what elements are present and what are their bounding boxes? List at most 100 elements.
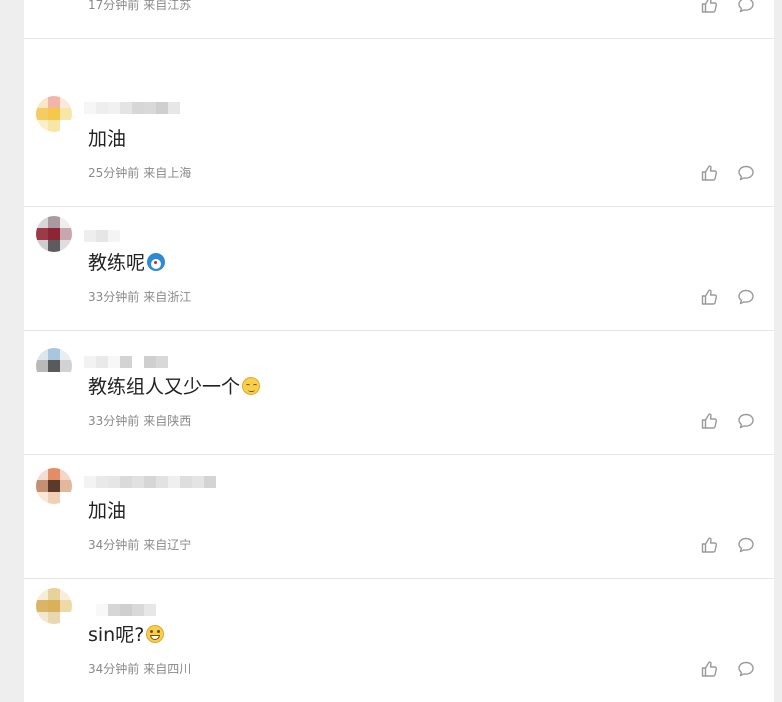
comment-meta: 25分钟前 来自上海 xyxy=(88,164,191,181)
avatar-pixel xyxy=(60,612,72,624)
username-pixel xyxy=(108,102,120,114)
avatar-pixel xyxy=(48,108,60,120)
divider xyxy=(24,38,774,39)
username-pixel xyxy=(132,230,144,242)
username-pixel xyxy=(132,476,144,488)
reply-button[interactable] xyxy=(737,660,755,678)
like-button[interactable] xyxy=(700,288,718,306)
comment-text: 教练呢 xyxy=(88,248,166,275)
avatar-pixel xyxy=(36,480,48,492)
thumbs-up-icon xyxy=(700,0,718,14)
avatar-pixel xyxy=(60,600,72,612)
avatar-pixel xyxy=(36,588,48,600)
comment-item: 加油 34分钟前 来自辽宁 xyxy=(24,456,774,579)
username-pixel xyxy=(96,230,108,242)
comment-text: 加油 xyxy=(88,496,126,523)
comment-bubble-icon xyxy=(737,412,755,430)
username[interactable] xyxy=(84,352,168,372)
username[interactable] xyxy=(84,226,144,246)
username-pixel xyxy=(144,476,156,488)
avatar-pixel xyxy=(48,216,60,228)
like-button[interactable] xyxy=(700,412,718,430)
comment-time: 34分钟前 xyxy=(88,662,140,676)
divider xyxy=(24,454,774,455)
reply-button[interactable] xyxy=(737,0,755,14)
username-pixel xyxy=(108,230,120,242)
thumbs-up-icon xyxy=(700,288,718,306)
avatar-pixel xyxy=(36,468,48,480)
comment-text-content: 加油 xyxy=(88,128,127,150)
avatar[interactable] xyxy=(36,348,72,384)
avatar-pixel xyxy=(60,348,72,360)
avatar-pixel xyxy=(60,372,72,384)
comment-text: 教练组人又少一个 xyxy=(88,372,261,399)
username[interactable] xyxy=(84,472,216,492)
comment-meta: 33分钟前 来自浙江 xyxy=(88,288,191,305)
comment-bubble-icon xyxy=(737,164,755,182)
username-pixel xyxy=(96,356,108,368)
comment-location: 来自辽宁 xyxy=(143,538,192,552)
reply-button[interactable] xyxy=(737,164,755,182)
username-pixel xyxy=(144,356,156,368)
comment-text: 加油 xyxy=(88,124,126,151)
comment-time: 34分钟前 xyxy=(88,538,140,552)
avatar[interactable] xyxy=(36,216,72,252)
divider xyxy=(24,578,774,579)
avatar-pixel xyxy=(36,228,48,240)
avatar[interactable] xyxy=(36,588,72,624)
avatar[interactable] xyxy=(36,468,72,504)
comment-time: 25分钟前 xyxy=(88,166,140,180)
like-button[interactable] xyxy=(700,660,718,678)
like-button[interactable] xyxy=(700,536,718,554)
avatar-pixel xyxy=(48,348,60,360)
comment-text-content: 教练组人又少一个 xyxy=(88,376,241,398)
avatar-pixel xyxy=(36,216,48,228)
avatar-pixel xyxy=(60,468,72,480)
username-pixel xyxy=(120,476,132,488)
username-pixel xyxy=(132,604,144,616)
username-pixel xyxy=(108,476,120,488)
avatar-pixel xyxy=(36,348,48,360)
username-pixel xyxy=(96,102,108,114)
username[interactable] xyxy=(84,600,156,620)
avatar-pixel xyxy=(60,96,72,108)
comment-text: sin呢? xyxy=(88,620,165,647)
like-button[interactable] xyxy=(700,0,718,14)
reply-button[interactable] xyxy=(737,536,755,554)
comment-bubble-icon xyxy=(737,536,755,554)
comment-list: 加油但是怎么少了个教练[哪吒嘟嘴]17分钟前来自江苏加油 25分钟前来自上海教练呢… xyxy=(24,0,774,702)
avatar-pixel xyxy=(60,360,72,372)
reply-button[interactable] xyxy=(737,412,755,430)
comment-time: 33分钟前 xyxy=(88,290,140,304)
avatar-pixel xyxy=(48,360,60,372)
avatar-pixel xyxy=(36,96,48,108)
avatar[interactable] xyxy=(36,96,72,132)
avatar-pixel xyxy=(48,612,60,624)
avatar-pixel xyxy=(48,480,60,492)
comment-meta: 33分钟前 来自陕西 xyxy=(88,412,191,429)
avatar-pixel xyxy=(60,108,72,120)
comment-location: 来自陕西 xyxy=(143,414,192,428)
avatar-pixel xyxy=(36,492,48,504)
reply-button[interactable] xyxy=(737,288,755,306)
username[interactable] xyxy=(84,98,180,118)
avatar-pixel xyxy=(60,588,72,600)
username-pixel xyxy=(120,356,132,368)
username-pixel xyxy=(192,476,204,488)
username-pixel xyxy=(168,476,180,488)
avatar-pixel xyxy=(60,492,72,504)
avatar-pixel xyxy=(36,612,48,624)
avatar-pixel xyxy=(48,228,60,240)
username-pixel xyxy=(84,230,96,242)
comment-bubble-icon xyxy=(737,288,755,306)
username-pixel xyxy=(84,476,96,488)
username-pixel xyxy=(144,102,156,114)
avatar-pixel xyxy=(60,228,72,240)
username-pixel xyxy=(120,604,132,616)
username-pixel xyxy=(132,102,144,114)
avatar-pixel xyxy=(48,600,60,612)
comment-time: 33分钟前 xyxy=(88,414,140,428)
avatar-pixel xyxy=(36,108,48,120)
like-button[interactable] xyxy=(700,164,718,182)
avatar-pixel xyxy=(36,120,48,132)
